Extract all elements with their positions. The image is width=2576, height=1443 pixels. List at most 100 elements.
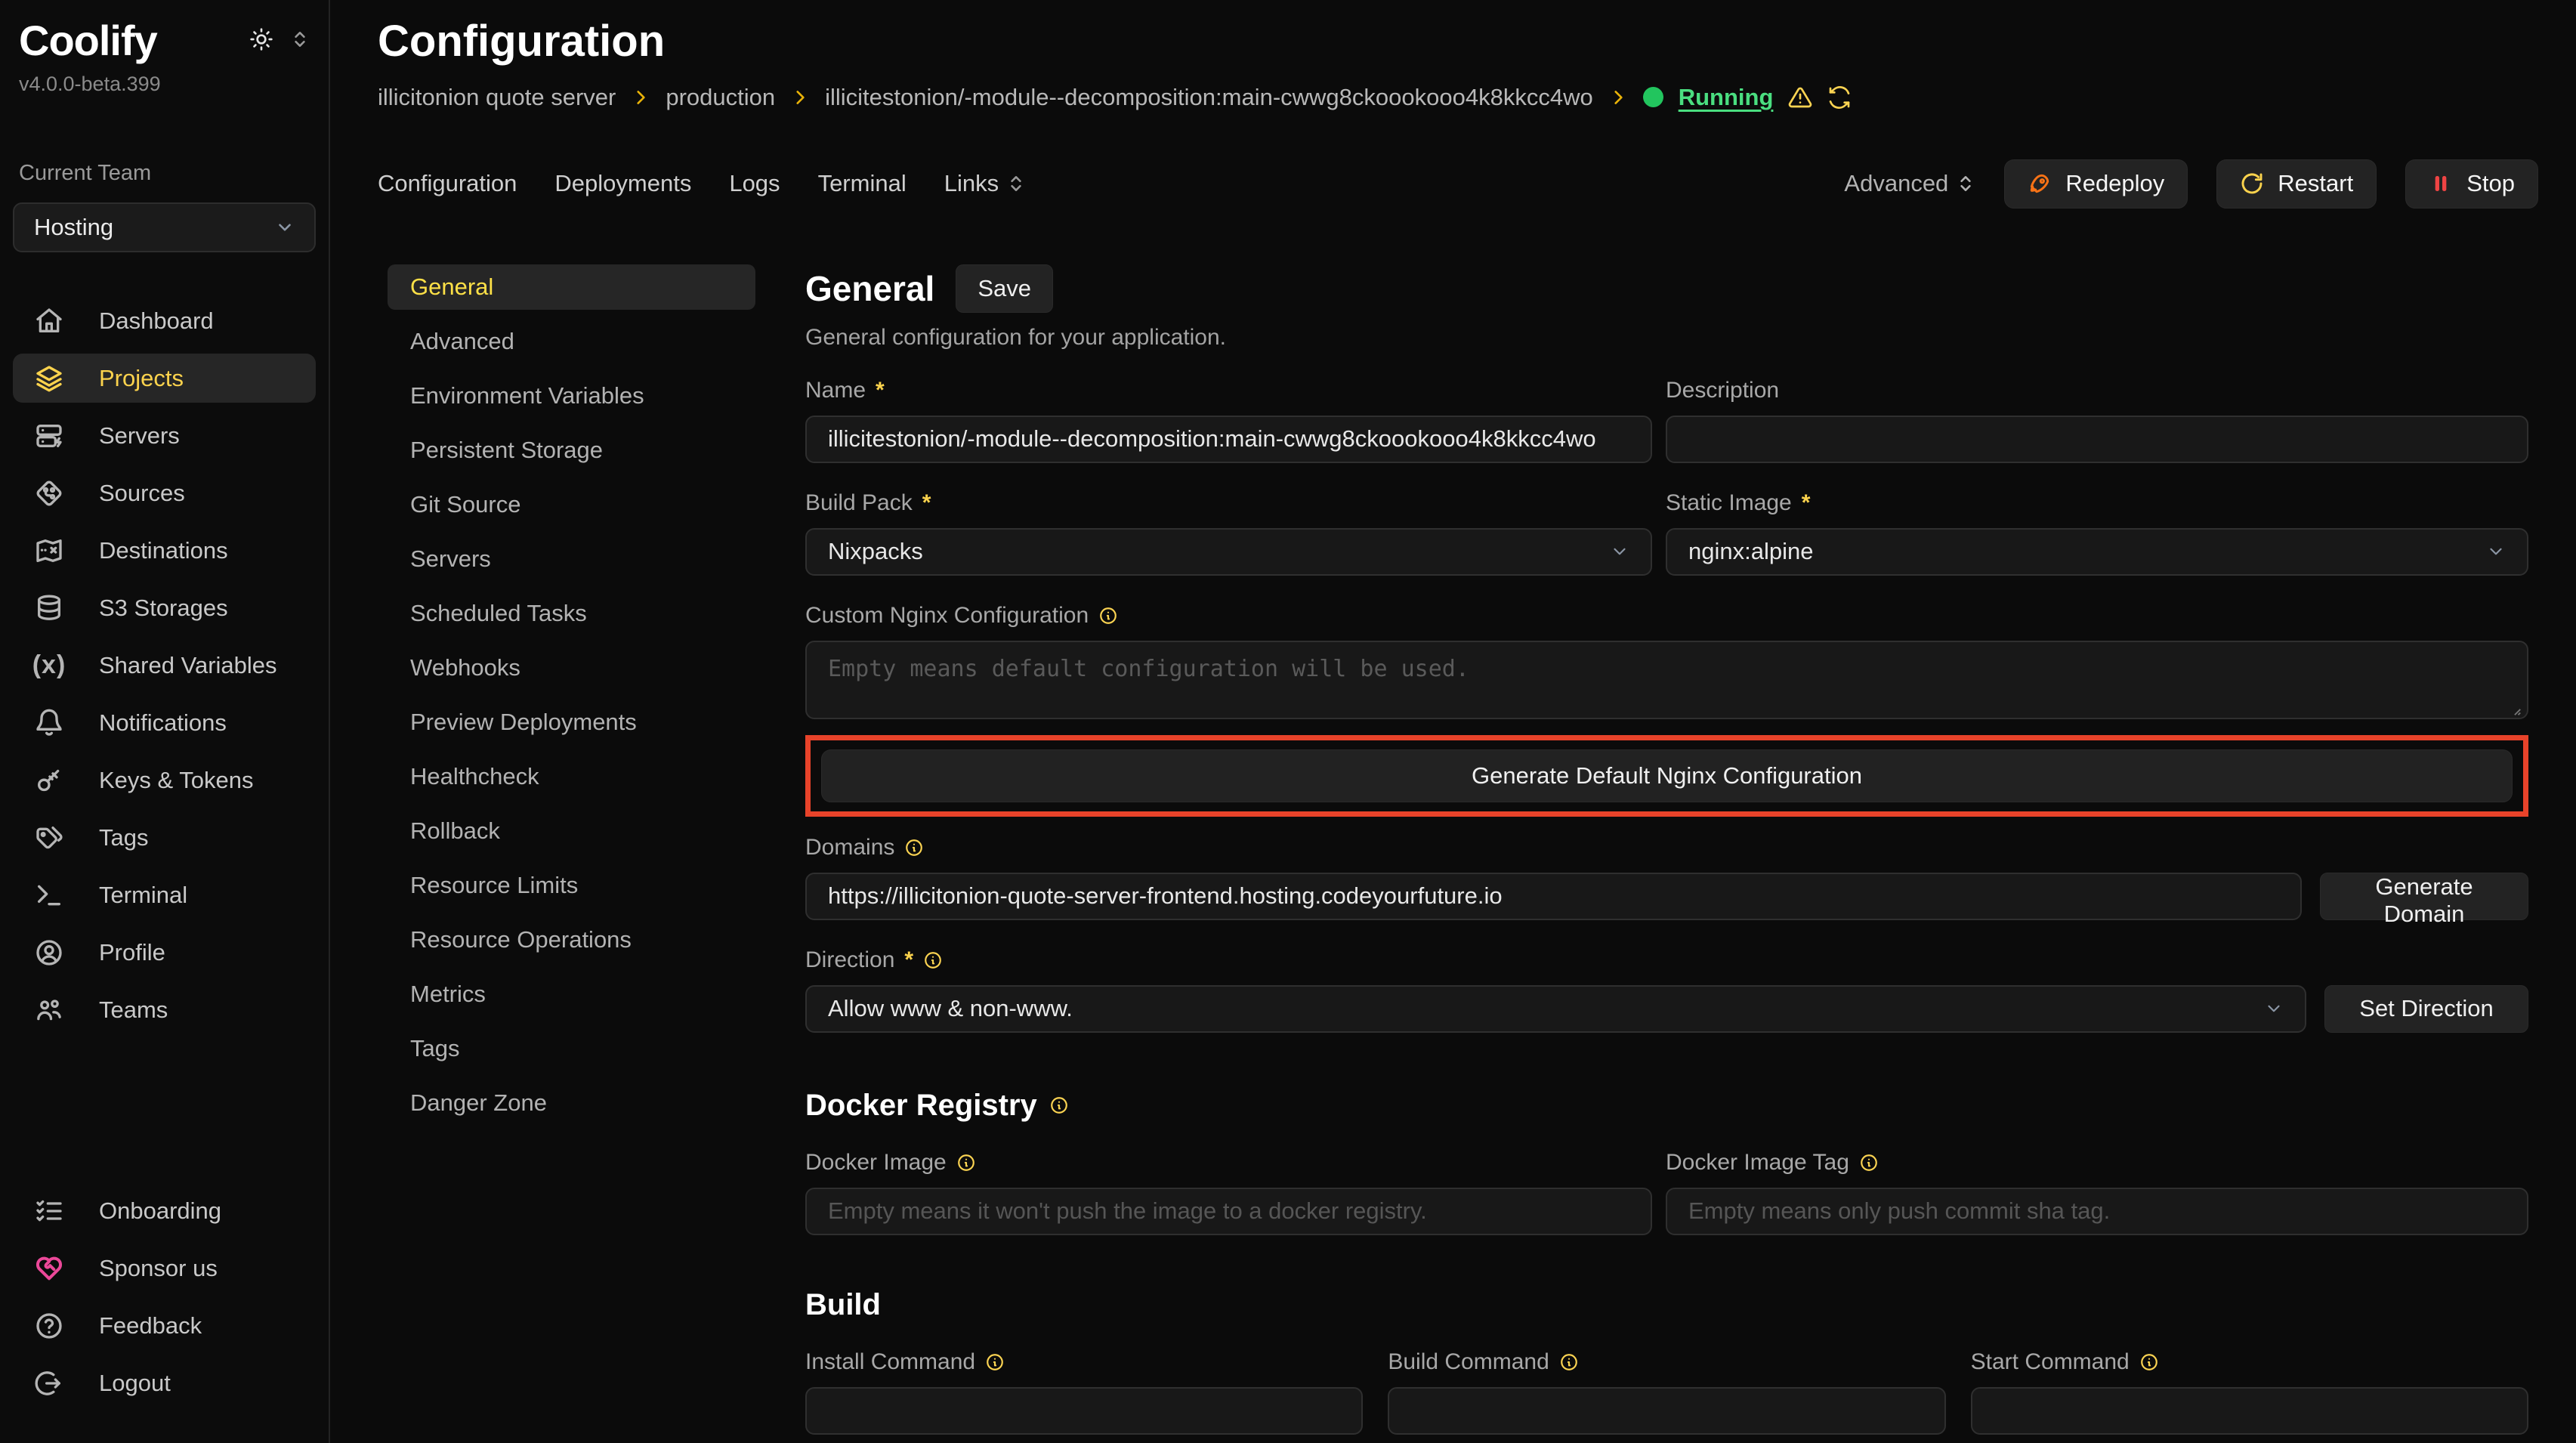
general-form: General Save General configuration for y… [805,264,2528,1443]
sidebar-item-label: Dashboard [99,307,214,335]
domains-input[interactable] [805,873,2302,920]
info-icon[interactable] [1859,1153,1879,1173]
sidebar-item-dashboard[interactable]: Dashboard [13,296,316,345]
build-command-input[interactable] [1388,1387,1945,1435]
sidebar: Coolify v4.0.0-beta.399 Current Team Hos… [0,0,330,1443]
sidebar-item-notifications[interactable]: Notifications [13,698,316,747]
install-command-label: Install Command [805,1349,1363,1375]
tab-configuration[interactable]: Configuration [378,170,517,197]
sidebar-item-sponsor-us[interactable]: Sponsor us [13,1244,316,1293]
team-select-value: Hosting [34,214,113,241]
status-badge[interactable]: Running [1679,84,1774,111]
breadcrumb-environment[interactable]: production [666,84,775,111]
subnav-item[interactable]: Advanced [388,319,755,364]
docker-image-input[interactable] [805,1188,1652,1235]
stop-button[interactable]: Stop [2405,159,2538,209]
build-pack-label: Build Pack* [805,490,1652,516]
theme-toggle-button[interactable] [249,27,273,51]
name-input[interactable] [805,416,1652,463]
generate-domain-button[interactable]: Generate Domain [2320,873,2528,920]
subnav-item-label: Environment Variables [410,382,644,409]
subnav-item[interactable]: Scheduled Tasks [388,591,755,636]
sidebar-item-shared-variables[interactable]: (x) Shared Variables [13,641,316,690]
redeploy-button[interactable]: Redeploy [2004,159,2188,209]
docker-image-tag-input[interactable] [1666,1188,2528,1235]
refresh-icon[interactable] [1827,85,1852,110]
sidebar-item-logout[interactable]: Logout [13,1358,316,1407]
subnav-item[interactable]: Preview Deployments [388,700,755,745]
info-icon[interactable] [1559,1352,1579,1372]
subnav-item[interactable]: Servers [388,536,755,582]
info-icon[interactable] [1049,1095,1069,1115]
save-button[interactable]: Save [956,264,1053,313]
subnav-item[interactable]: Webhooks [388,645,755,691]
sidebar-item-sources[interactable]: Sources [13,468,316,518]
info-icon[interactable] [2139,1352,2159,1372]
subnav-item-label: Scheduled Tasks [410,600,587,627]
info-icon[interactable] [985,1352,1005,1372]
users-icon [32,995,66,1025]
sidebar-item-keys-tokens[interactable]: Keys & Tokens [13,755,316,805]
info-icon[interactable] [923,950,943,970]
font-size-control[interactable] [290,29,310,49]
advanced-dropdown[interactable]: Advanced [1844,170,1975,197]
static-image-select[interactable]: nginx:alpine [1666,528,2528,576]
subnav-item-label: Persistent Storage [410,437,603,464]
custom-nginx-textarea[interactable] [805,641,2528,719]
subnav-item[interactable]: Metrics [388,972,755,1017]
info-icon[interactable] [904,838,924,857]
description-input[interactable] [1666,416,2528,463]
sidebar-item-destinations[interactable]: Destinations [13,526,316,575]
subnav-item[interactable]: Persistent Storage [388,428,755,473]
subnav-item[interactable]: General [388,264,755,310]
subnav-item[interactable]: Tags [388,1026,755,1071]
resource-actions: Advanced Redeploy Restart Stop [1844,159,2538,209]
info-icon[interactable] [1098,606,1118,626]
subnav-item[interactable]: Resource Operations [388,917,755,963]
sidebar-item-profile[interactable]: Profile [13,928,316,977]
rotate-cw-icon [2240,171,2264,196]
main-content: Configuration illicitonion quote server … [330,0,2576,1443]
build-pack-select[interactable]: Nixpacks [805,528,1652,576]
sidebar-item-s3-storages[interactable]: S3 Storages [13,583,316,632]
sidebar-item-servers[interactable]: Servers [13,411,316,460]
sidebar-item-tags[interactable]: Tags [13,813,316,862]
resize-grip-icon[interactable] [2506,700,2522,717]
restart-label: Restart [2278,170,2353,197]
team-select[interactable]: Hosting [13,202,316,252]
sidebar-item-onboarding[interactable]: Onboarding [13,1186,316,1235]
configuration-content: General Advanced Environment Variables Pers… [378,264,2538,1443]
subnav-item[interactable]: Rollback [388,808,755,854]
sidebar-item-teams[interactable]: Teams [13,985,316,1034]
info-icon[interactable] [956,1153,976,1173]
subnav-item-label: Resource Limits [410,872,578,899]
subnav-item[interactable]: Danger Zone [388,1080,755,1126]
resource-tabs-row: Configuration Deployments Logs Terminal … [378,159,2538,209]
start-command-input[interactable] [1971,1387,2528,1435]
sidebar-item-projects[interactable]: Projects [13,354,316,403]
subnav-item[interactable]: Environment Variables [388,373,755,419]
set-direction-button[interactable]: Set Direction [2324,985,2528,1033]
chevrons-up-down-icon [1006,174,1026,193]
breadcrumb-project[interactable]: illicitonion quote server [378,84,616,111]
tab-links[interactable]: Links [944,170,1026,197]
sidebar-item-feedback[interactable]: Feedback [13,1301,316,1350]
docker-image-label: Docker Image [805,1150,1652,1176]
tab-logs[interactable]: Logs [729,170,780,197]
subnav-item-label: Webhooks [410,654,520,681]
pause-icon [2429,171,2453,196]
direction-select[interactable]: Allow www & non-www. [805,985,2306,1033]
subnav-item[interactable]: Git Source [388,482,755,527]
subnav-item[interactable]: Resource Limits [388,863,755,908]
subnav-item-label: Preview Deployments [410,709,637,736]
generate-nginx-config-button[interactable]: Generate Default Nginx Configuration [821,749,2513,802]
tab-deployments[interactable]: Deployments [554,170,691,197]
warning-triangle-icon[interactable] [1788,85,1812,110]
restart-button[interactable]: Restart [2216,159,2377,209]
install-command-input[interactable] [805,1387,1363,1435]
chevrons-up-down-icon [290,29,310,49]
tab-terminal[interactable]: Terminal [818,170,907,197]
sidebar-item-terminal[interactable]: Terminal [13,870,316,919]
subnav-item[interactable]: Healthcheck [388,754,755,799]
subnav-item-label: Git Source [410,491,520,518]
